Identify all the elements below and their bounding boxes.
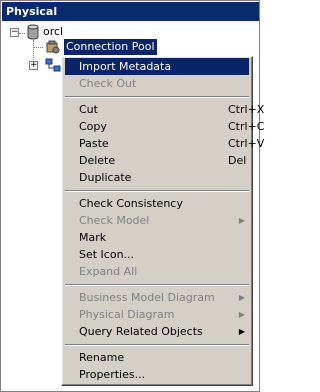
tree-node-connection-pool[interactable]: Connection Pool xyxy=(64,39,157,55)
menu-item-copy[interactable]: Copy Ctrl+C xyxy=(65,118,264,135)
menu-item-expand-all[interactable]: Expand All xyxy=(65,263,249,280)
schema-icon xyxy=(45,57,61,73)
menu-item-label: Query Related Objects xyxy=(79,325,203,338)
menu-item-label: Properties... xyxy=(79,368,146,381)
submenu-arrow-icon: ▶ xyxy=(238,216,245,225)
menu-item-set-icon[interactable]: Set Icon... xyxy=(65,246,249,263)
menu-item-label: Set Icon... xyxy=(79,248,135,261)
context-menu: Import Metadata Check Out Cut Ctrl+X Copy Ctr… xyxy=(61,56,264,386)
menu-item-properties[interactable]: Properties... xyxy=(65,366,249,383)
menu-item-label: Delete xyxy=(79,154,116,167)
menu-item-label: Mark xyxy=(79,231,107,244)
menu-item-check-out[interactable]: Check Out xyxy=(65,75,249,92)
menu-item-shortcut: Ctrl+V xyxy=(228,137,265,150)
menu-item-label: Physical Diagram xyxy=(79,308,175,321)
menu-item-label: Check Out xyxy=(79,77,137,90)
tree-node-connection-pool-label: Connection Pool xyxy=(66,40,155,53)
collapse-toggle[interactable]: − xyxy=(10,28,19,37)
menu-item-label: Check Model xyxy=(79,214,150,227)
tree-node-root[interactable]: orcl xyxy=(43,24,63,40)
menu-item-shortcut: Del xyxy=(228,154,247,167)
menu-item-physical-diagram[interactable]: Physical Diagram ▶ xyxy=(65,306,249,323)
menu-item-label: Business Model Diagram xyxy=(79,291,215,304)
menu-item-label: Rename xyxy=(79,351,125,364)
tree-connector xyxy=(33,47,43,48)
menu-item-import-metadata[interactable]: Import Metadata xyxy=(65,58,249,75)
menu-item-cut[interactable]: Cut Ctrl+X xyxy=(65,101,264,118)
menu-item-label: Duplicate xyxy=(79,171,132,184)
panel-title: Physical xyxy=(2,2,259,21)
menu-item-label: Cut xyxy=(79,103,98,116)
menu-item-label: Copy xyxy=(79,120,107,133)
connection-pool-icon xyxy=(45,39,61,55)
submenu-arrow-icon: ▶ xyxy=(238,310,245,319)
expand-toggle[interactable]: + xyxy=(29,61,38,70)
menu-separator xyxy=(65,96,249,98)
menu-item-label: Expand All xyxy=(79,265,138,278)
menu-item-label: Check Consistency xyxy=(79,197,183,210)
tree-connector xyxy=(19,33,25,34)
submenu-arrow-icon: ▶ xyxy=(238,293,245,302)
submenu-arrow-icon: ▶ xyxy=(238,327,245,336)
menu-item-label: Paste xyxy=(79,137,109,150)
tree-node-root-label: orcl xyxy=(43,25,64,38)
menu-item-query-related-objects[interactable]: Query Related Objects ▶ xyxy=(65,323,249,340)
menu-item-business-model-diagram[interactable]: Business Model Diagram ▶ xyxy=(65,289,249,306)
menu-item-shortcut: Ctrl+C xyxy=(228,120,265,133)
menu-separator xyxy=(65,190,249,192)
database-icon xyxy=(25,24,41,40)
menu-item-paste[interactable]: Paste Ctrl+V xyxy=(65,135,264,152)
menu-separator xyxy=(65,344,249,346)
physical-panel: Physical − orcl Connection Pool + Import… xyxy=(0,0,264,392)
menu-item-mark[interactable]: Mark xyxy=(65,229,249,246)
menu-item-check-consistency[interactable]: Check Consistency xyxy=(65,195,249,212)
menu-item-shortcut: Ctrl+X xyxy=(228,103,265,116)
menu-item-duplicate[interactable]: Duplicate xyxy=(65,169,249,186)
menu-item-label: Import Metadata xyxy=(79,60,172,73)
menu-separator xyxy=(65,284,249,286)
menu-item-delete[interactable]: Delete Del xyxy=(65,152,249,169)
menu-item-check-model[interactable]: Check Model ▶ xyxy=(65,212,249,229)
menu-item-rename[interactable]: Rename xyxy=(65,349,249,366)
